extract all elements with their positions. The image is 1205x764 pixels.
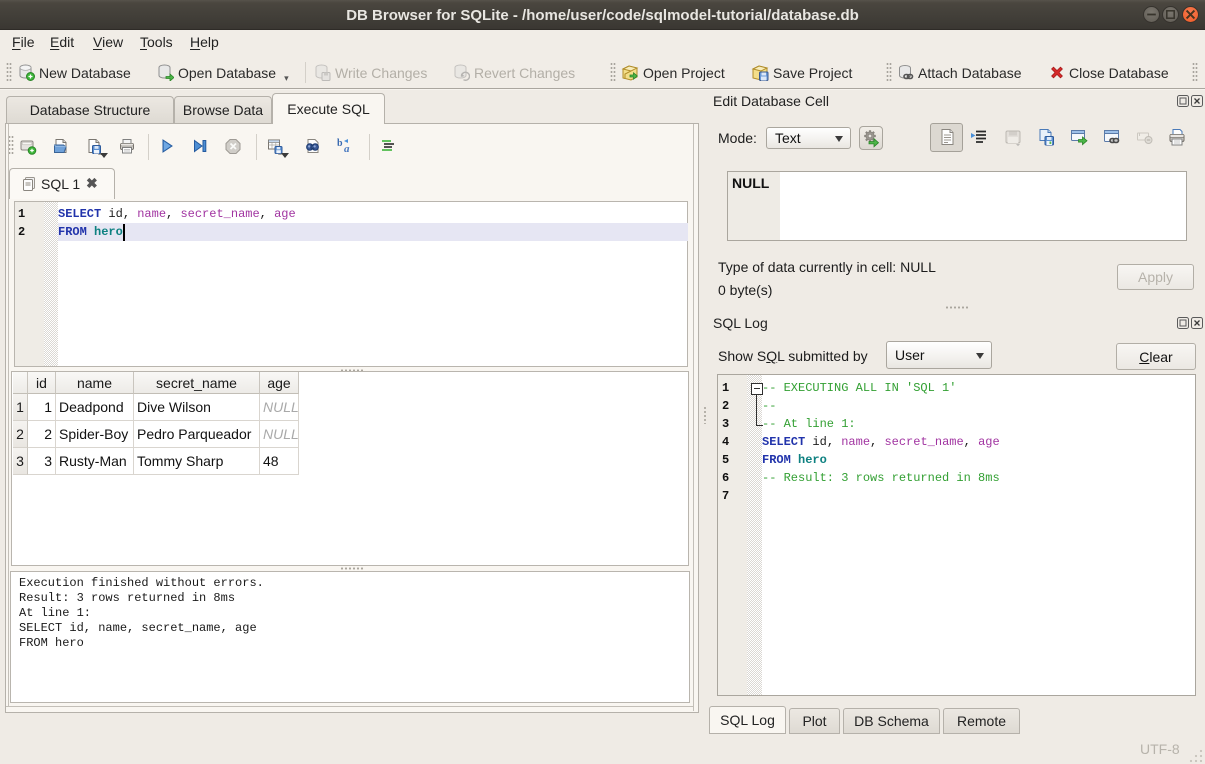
svg-text:a: a	[344, 143, 350, 155]
svg-text:b: b	[337, 138, 343, 149]
